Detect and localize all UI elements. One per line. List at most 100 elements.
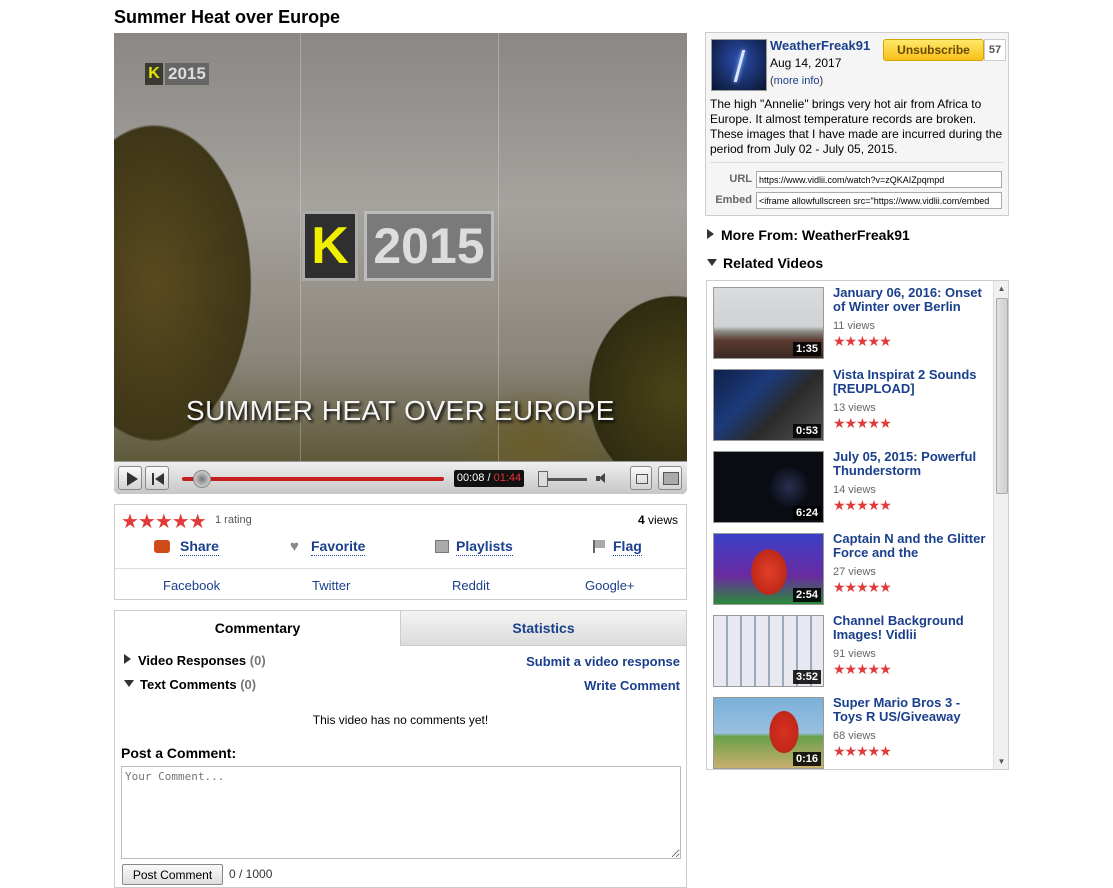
divider (710, 162, 1004, 163)
volume-slider[interactable] (547, 478, 587, 481)
related-video-item[interactable]: 1:35 January 06, 2016: Onset of Winter o… (713, 281, 993, 363)
video-responses-toggle[interactable]: Video Responses (0) (124, 653, 266, 668)
related-scrollbar[interactable]: ▲ ▼ (993, 281, 1008, 769)
duration-badge: 0:16 (792, 752, 821, 766)
play-button[interactable] (118, 466, 142, 490)
embed-field[interactable] (756, 192, 1002, 209)
post-comment-button[interactable]: Post Comment (122, 864, 223, 885)
upload-date: Aug 14, 2017 (770, 56, 842, 70)
video-thumbnail[interactable]: 0:53 (713, 369, 824, 441)
progress-bar[interactable] (182, 477, 444, 481)
rating-count: 1 rating (215, 514, 252, 526)
related-video-title[interactable]: Captain N and the Glitter Force and the (833, 532, 991, 560)
comment-input[interactable] (121, 766, 681, 859)
channel-info-box: WeatherFreak91 Aug 14, 2017 (more info) … (705, 32, 1009, 216)
view-count: 4 views (637, 513, 678, 527)
related-video-rating: ★★★★★ (833, 333, 892, 349)
character-counter: 0 / 1000 (229, 867, 273, 881)
flag-button[interactable]: Flag (613, 538, 642, 556)
related-video-item[interactable]: 2:54 Captain N and the Glitter Force and… (713, 527, 993, 609)
related-video-item[interactable]: 0:53 Vista Inspirat 2 Sounds [REUPLOAD] … (713, 363, 993, 445)
playlists-button[interactable]: Playlists (456, 538, 513, 556)
video-frame[interactable]: K 2015 K 2015 SUMMER HEAT OVER EUROPE (114, 33, 687, 461)
related-video-title[interactable]: Channel Background Images! Vidlii (833, 614, 991, 642)
more-info-link[interactable]: more info (774, 75, 820, 87)
flag-icon (593, 540, 609, 553)
subscriber-count: 57 (984, 39, 1006, 61)
related-video-item[interactable]: 3:52 Channel Background Images! Vidlii 9… (713, 609, 993, 691)
related-videos-list[interactable]: 1:35 January 06, 2016: Onset of Winter o… (706, 280, 1009, 770)
favorite-button[interactable]: Favorite (311, 538, 366, 556)
related-video-title[interactable]: Vista Inspirat 2 Sounds [REUPLOAD] (833, 368, 991, 396)
scroll-thumb[interactable] (996, 298, 1008, 494)
share-icon (154, 540, 170, 553)
player-controls: 00:08 / 01:44 (114, 461, 687, 494)
progress-knob[interactable] (193, 470, 212, 488)
url-label: URL (729, 173, 752, 185)
more-from-toggle[interactable]: More From: WeatherFreak91 (707, 227, 910, 243)
post-comment-heading: Post a Comment: (121, 745, 237, 761)
duration-badge: 0:53 (792, 424, 821, 438)
related-video-title[interactable]: January 06, 2016: Onset of Winter over B… (833, 286, 991, 314)
tab-commentary[interactable]: Commentary (115, 611, 400, 646)
fullscreen-button[interactable] (658, 466, 682, 490)
related-video-item[interactable]: 0:16 Super Mario Bros 3 - Toys R US/Give… (713, 691, 993, 769)
video-description: The high "Annelie" brings very hot air f… (710, 97, 1003, 156)
related-video-title[interactable]: July 05, 2015: Powerful Thunderstorm (833, 450, 991, 478)
share-button[interactable]: Share (180, 538, 219, 556)
video-title: Summer Heat over Europe (114, 7, 341, 27)
share-links: Facebook Twitter Reddit Google+ (115, 568, 686, 600)
related-video-item[interactable]: 6:24 July 05, 2015: Powerful Thunderstor… (713, 445, 993, 527)
share-reddit-link[interactable]: Reddit (452, 578, 490, 593)
channel-name-link[interactable]: WeatherFreak91 (770, 38, 870, 53)
video-thumbnail[interactable]: 1:35 (713, 287, 824, 359)
comments-panel: Commentary Statistics Video Responses (0… (114, 610, 687, 888)
duration-badge: 2:54 (792, 588, 821, 602)
duration-badge: 3:52 (792, 670, 821, 684)
related-video-views: 91 views (833, 648, 876, 660)
related-video-views: 27 views (833, 566, 876, 578)
video-logo: K 2015 (302, 211, 494, 281)
video-thumbnail[interactable]: 6:24 (713, 451, 824, 523)
unsubscribe-button[interactable]: Unsubscribe (883, 39, 984, 61)
related-video-views: 68 views (833, 730, 876, 742)
related-video-title[interactable]: Super Mario Bros 3 - Toys R US/Giveaway (833, 696, 991, 724)
current-time: 00:08 (456, 472, 485, 484)
share-facebook-link[interactable]: Facebook (163, 578, 220, 593)
video-player[interactable]: K 2015 K 2015 SUMMER HEAT OVER EUROPE 00… (114, 33, 687, 494)
embed-label: Embed (715, 194, 752, 206)
video-actions: ★★★★★ 1 rating 4 views Share ♥ Favorite … (114, 504, 687, 600)
expand-arrow-icon (124, 654, 131, 664)
video-thumbnail[interactable]: 0:16 (713, 697, 824, 769)
heart-icon: ♥ (290, 538, 299, 555)
duration-badge: 6:24 (792, 506, 821, 520)
url-field[interactable] (756, 171, 1002, 188)
share-twitter-link[interactable]: Twitter (312, 578, 350, 593)
video-thumbnail[interactable]: 2:54 (713, 533, 824, 605)
scroll-down-arrow-icon[interactable]: ▼ (994, 754, 1008, 769)
text-comments-toggle[interactable]: Text Comments (0) (124, 677, 256, 692)
playlist-icon (435, 540, 449, 553)
skip-back-button[interactable] (145, 466, 169, 490)
duration-badge: 1:35 (792, 342, 821, 356)
time-display: 00:08 / 01:44 (454, 470, 524, 487)
speaker-icon[interactable] (596, 473, 606, 483)
duration: 01:44 (493, 472, 522, 484)
share-googleplus-link[interactable]: Google+ (585, 578, 635, 593)
related-video-views: 13 views (833, 402, 876, 414)
related-videos-toggle[interactable]: Related Videos (707, 255, 823, 271)
submit-video-response-link[interactable]: Submit a video response (526, 654, 680, 669)
related-video-rating: ★★★★★ (833, 415, 892, 431)
tab-statistics[interactable]: Statistics (400, 611, 686, 646)
related-video-rating: ★★★★★ (833, 579, 892, 595)
related-video-rating: ★★★★★ (833, 743, 892, 759)
scroll-up-arrow-icon[interactable]: ▲ (994, 281, 1008, 296)
write-comment-link[interactable]: Write Comment (584, 678, 680, 693)
channel-avatar[interactable] (711, 39, 767, 91)
no-comments-message: This video has no comments yet! (312, 713, 489, 727)
normal-size-button[interactable] (630, 466, 652, 490)
video-thumbnail[interactable]: 3:52 (713, 615, 824, 687)
expand-arrow-icon (707, 229, 714, 239)
rating-stars[interactable]: ★★★★★ (121, 509, 207, 534)
related-video-views: 11 views (833, 320, 875, 332)
